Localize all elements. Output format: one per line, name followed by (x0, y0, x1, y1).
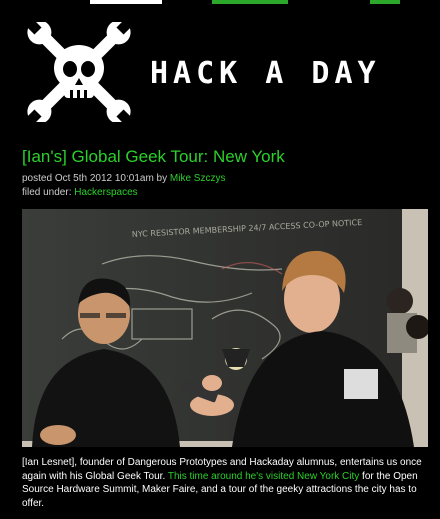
nav-bar-segment[interactable] (212, 0, 288, 4)
excerpt-link[interactable]: This time around he's visited New York C… (168, 471, 359, 482)
nav-bar-segment[interactable] (90, 0, 162, 4)
post-excerpt: [Ian Lesnet], founder of Dangerous Proto… (22, 456, 428, 510)
post-photo[interactable]: NYC RESISTOR MEMBERSHIP 24/7 ACCESS CO-O… (22, 209, 428, 447)
by-label: by (153, 173, 170, 184)
author-link[interactable]: Mike Szczys (170, 173, 226, 184)
posted-date: Oct 5th 2012 10:01am (54, 173, 154, 184)
post-meta: posted Oct 5th 2012 10:01am by Mike Szcz… (22, 172, 225, 200)
nav-bar-segment[interactable] (370, 0, 400, 4)
skull-wrenches-icon[interactable] (24, 17, 134, 127)
posted-line: posted Oct 5th 2012 10:01am by Mike Szcz… (22, 172, 225, 186)
top-nav-strip (0, 0, 440, 6)
filed-line: filed under: Hackerspaces (22, 186, 225, 200)
posted-label: posted (22, 173, 55, 184)
post-title[interactable]: [Ian's] Global Geek Tour: New York (22, 146, 285, 168)
category-link[interactable]: Hackerspaces (74, 187, 137, 198)
site-name[interactable]: HACK A DAY (150, 56, 381, 92)
filed-label: filed under: (22, 187, 75, 198)
